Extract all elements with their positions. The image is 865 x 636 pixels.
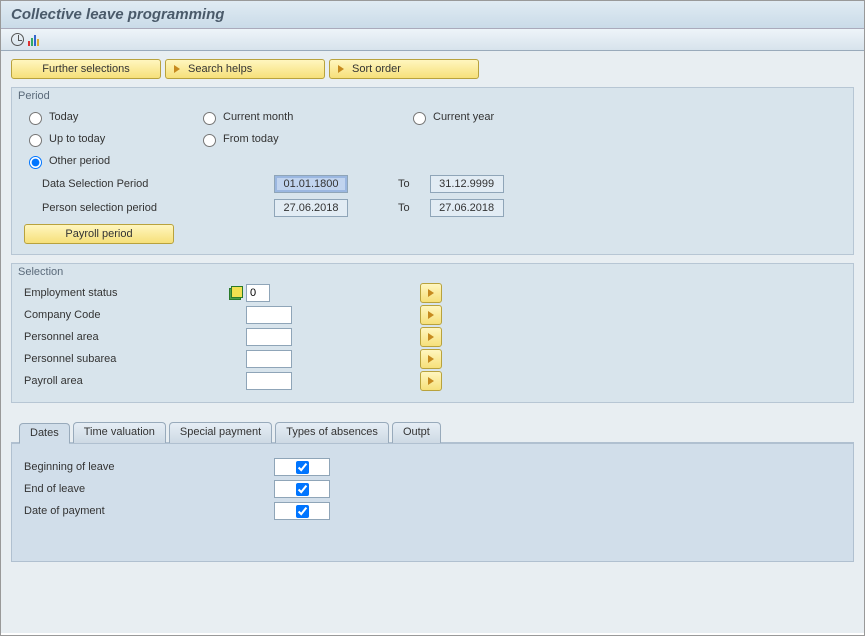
end-of-leave-checkbox[interactable]	[296, 483, 309, 496]
to-label-1: To	[398, 178, 410, 190]
page-title: Collective leave programming	[11, 6, 854, 23]
selection-legend: Selection	[18, 266, 63, 278]
period-group: Period Today Current month Current year …	[11, 87, 854, 255]
search-helps-label: Search helps	[188, 63, 252, 75]
company-code-input[interactable]	[246, 306, 292, 324]
personnel-subarea-label: Personnel subarea	[24, 353, 224, 365]
to-label-2: To	[398, 202, 410, 214]
beginning-of-leave-checkbox[interactable]	[296, 461, 309, 474]
tab-special-payment[interactable]: Special payment	[169, 422, 272, 443]
radio-up-to-today[interactable]: Up to today	[24, 131, 144, 147]
title-bar: Collective leave programming	[1, 1, 864, 29]
employment-status-input[interactable]	[246, 284, 270, 302]
arrow-right-icon	[174, 65, 180, 73]
sort-order-button[interactable]: Sort order	[329, 59, 479, 79]
person-selection-label: Person selection period	[24, 202, 224, 214]
end-of-leave-label: End of leave	[24, 483, 224, 495]
person-selection-from-input[interactable]	[274, 199, 348, 217]
arrow-right-icon	[428, 289, 434, 297]
data-selection-to-input[interactable]	[430, 175, 504, 193]
personnel-area-input[interactable]	[246, 328, 292, 346]
multiple-selection-indicator-icon	[229, 286, 243, 300]
sort-order-label: Sort order	[352, 63, 401, 75]
date-of-payment-checkbox[interactable]	[296, 505, 309, 518]
personnel-subarea-input[interactable]	[246, 350, 292, 368]
radio-other-period[interactable]: Other period	[24, 153, 144, 169]
radio-current-year[interactable]: Current year	[408, 109, 528, 125]
tab-types-of-absences[interactable]: Types of absences	[275, 422, 389, 443]
payroll-period-button[interactable]: Payroll period	[24, 224, 174, 244]
tabstrip: Dates Time valuation Special payment Typ…	[11, 421, 854, 444]
arrow-right-icon	[428, 311, 434, 319]
data-selection-label: Data Selection Period	[24, 178, 224, 190]
personnel-subarea-multiselect-button[interactable]	[420, 349, 442, 369]
tab-output[interactable]: Outpt	[392, 422, 441, 443]
arrow-right-icon	[338, 65, 344, 73]
personnel-area-label: Personnel area	[24, 331, 224, 343]
payroll-area-input[interactable]	[246, 372, 292, 390]
company-code-label: Company Code	[24, 309, 224, 321]
date-of-payment-label: Date of payment	[24, 505, 224, 517]
execute-icon[interactable]	[11, 33, 24, 46]
selection-group: Selection Employment status Company Code…	[11, 263, 854, 403]
payroll-area-label: Payroll area	[24, 375, 224, 387]
variant-icon[interactable]	[28, 34, 39, 46]
payroll-area-multiselect-button[interactable]	[420, 371, 442, 391]
arrow-right-icon	[428, 333, 434, 341]
selection-buttons-row: Further selections Search helps Sort ord…	[11, 59, 854, 79]
employment-status-label: Employment status	[24, 287, 224, 299]
period-legend: Period	[18, 90, 50, 102]
arrow-right-icon	[428, 377, 434, 385]
search-helps-button[interactable]: Search helps	[165, 59, 325, 79]
arrow-right-icon	[428, 355, 434, 363]
app-toolbar	[1, 29, 864, 51]
company-code-multiselect-button[interactable]	[420, 305, 442, 325]
beginning-of-leave-label: Beginning of leave	[24, 461, 224, 473]
radio-today[interactable]: Today	[24, 109, 144, 125]
data-selection-from-input[interactable]	[274, 175, 348, 193]
radio-from-today[interactable]: From today	[198, 131, 318, 147]
beginning-of-leave-field[interactable]	[274, 458, 330, 476]
person-selection-to-input[interactable]	[430, 199, 504, 217]
date-of-payment-field[interactable]	[274, 502, 330, 520]
content-area: Further selections Search helps Sort ord…	[1, 51, 864, 633]
further-selections-button[interactable]: Further selections	[11, 59, 161, 79]
personnel-area-multiselect-button[interactable]	[420, 327, 442, 347]
end-of-leave-field[interactable]	[274, 480, 330, 498]
tab-pane-dates: Beginning of leave End of leave Date of …	[11, 444, 854, 562]
employment-status-multiselect-button[interactable]	[420, 283, 442, 303]
tab-time-valuation[interactable]: Time valuation	[73, 422, 166, 443]
radio-current-month[interactable]: Current month	[198, 109, 318, 125]
tab-dates[interactable]: Dates	[19, 423, 70, 444]
